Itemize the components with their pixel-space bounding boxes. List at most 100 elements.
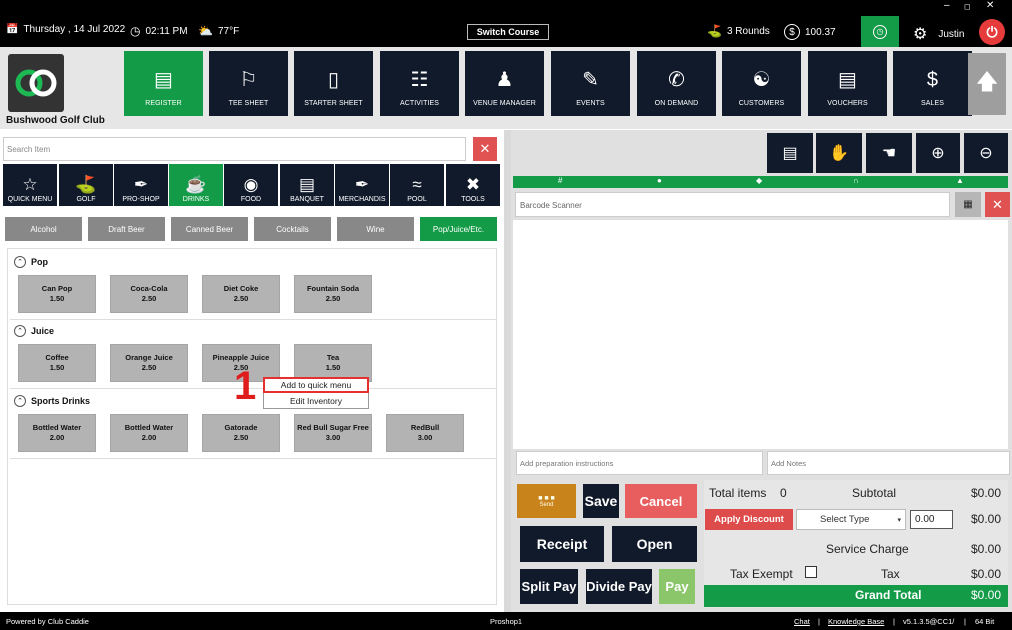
settings-area[interactable]: ⚙ Justin — [913, 24, 964, 44]
search-input[interactable]: Search Item — [3, 137, 466, 161]
collapse-icon[interactable]: ⌃ — [14, 256, 26, 268]
section-header-juice[interactable]: ⌃ Juice — [14, 325, 54, 337]
subcategory-wine[interactable]: Wine — [337, 217, 414, 241]
send-button[interactable]: ■ ■ ■ Send — [517, 484, 576, 518]
chat-link[interactable]: Chat — [794, 617, 810, 626]
subcategory-canned-beer[interactable]: Canned Beer — [171, 217, 248, 241]
category-banquet[interactable]: ▤ BANQUET — [280, 164, 334, 206]
power-icon: ⏻ — [986, 23, 998, 40]
preparation-instructions-input[interactable]: Add preparation instructions — [516, 451, 763, 475]
section-header-sports-drinks[interactable]: ⌃ Sports Drinks — [14, 395, 90, 407]
item-button[interactable]: Red Bull Sugar Free 3.00 — [294, 414, 372, 452]
add-to-quick-menu-item[interactable]: Add to quick menu — [263, 377, 369, 393]
money-icon: $ — [926, 69, 939, 91]
nav-venue-manager[interactable]: ♟ VENUE MANAGER — [465, 51, 544, 116]
power-button[interactable]: ⏻ — [979, 19, 1005, 45]
item-price: 3.00 — [417, 433, 433, 442]
hand-card-button[interactable]: ✋ — [816, 133, 862, 173]
nav-on-demand[interactable]: ✆ ON DEMAND — [637, 51, 716, 116]
remove-quantity-button[interactable]: ⊖ — [964, 133, 1008, 173]
item-button[interactable]: Fountain Soda 2.50 — [294, 275, 372, 313]
split-pay-button[interactable]: Split Pay — [520, 569, 578, 604]
clear-barcode-button[interactable]: ✕ — [985, 192, 1010, 217]
section-divider — [10, 458, 496, 459]
item-button[interactable]: Bottled Water 2.00 — [18, 414, 96, 452]
cancel-button[interactable]: Cancel — [625, 484, 697, 518]
rounds-display[interactable]: ⛳ 3 Rounds — [707, 24, 770, 38]
barcode-input[interactable]: Barcode Scanner — [515, 192, 950, 217]
divide-pay-button[interactable]: Divide Pay — [586, 569, 652, 604]
item-button[interactable]: Can Pop 1.50 — [18, 275, 96, 313]
section-header-pop[interactable]: ⌃ Pop — [14, 256, 48, 268]
burger-icon: ◉ — [243, 175, 259, 194]
category-food[interactable]: ◉ FOOD — [224, 164, 278, 206]
category-pro-shop[interactable]: ✒ PRO-SHOP — [114, 164, 168, 206]
apply-discount-button[interactable]: Apply Discount — [705, 509, 793, 530]
cart-button[interactable]: ▤ — [767, 133, 813, 173]
maximize-icon[interactable]: ◻ — [964, 2, 971, 11]
item-button[interactable]: Coca-Cola 2.50 — [110, 275, 188, 313]
hand-pay-button[interactable]: ☚ — [866, 133, 912, 173]
balance-display[interactable]: $ 100.37 — [784, 24, 836, 40]
nav-starter-sheet[interactable]: ▯ STARTER SHEET — [294, 51, 373, 116]
collapse-icon[interactable]: ⌃ — [14, 395, 26, 407]
collapse-icon[interactable]: ⌃ — [14, 325, 26, 337]
item-button[interactable]: Coffee 1.50 — [18, 344, 96, 382]
time-clock-button[interactable]: ◷ — [861, 16, 899, 47]
item-button[interactable]: Orange Juice 2.50 — [110, 344, 188, 382]
item-name: Coca-Cola — [130, 284, 168, 293]
close-window-icon[interactable]: ✕ — [986, 0, 994, 11]
calendar-icon: 📅 — [6, 24, 19, 35]
subcategory-pop-juice[interactable]: Pop/Juice/Etc. — [420, 217, 497, 241]
discount-value-input[interactable]: 0.00 — [910, 510, 953, 529]
switch-course-button[interactable]: Switch Course — [467, 24, 549, 40]
category-tools[interactable]: ✖ TOOLS — [446, 164, 500, 206]
rounds-text: 3 Rounds — [726, 25, 770, 37]
item-button[interactable]: RedBull 3.00 — [386, 414, 464, 452]
notes-input[interactable]: Add Notes — [767, 451, 1010, 475]
item-button[interactable]: Bottled Water 2.00 — [110, 414, 188, 452]
add-quantity-button[interactable]: ⊕ — [916, 133, 960, 173]
tax-exempt-checkbox[interactable] — [805, 566, 817, 578]
plus-circle-icon: ⊕ — [931, 145, 945, 162]
save-button[interactable]: Save — [583, 484, 619, 518]
open-button[interactable]: Open — [612, 526, 697, 562]
pay-button[interactable]: Pay — [659, 569, 695, 604]
category-golf[interactable]: ⛳ GOLF — [59, 164, 113, 206]
discount-type-select[interactable]: Select Type ▾ — [796, 509, 906, 530]
subcategory-cocktails[interactable]: Cocktails — [254, 217, 331, 241]
category-pool[interactable]: ≈ POOL — [390, 164, 444, 206]
nav-vouchers[interactable]: ▤ VOUCHERS — [808, 51, 887, 116]
footer-separator: | — [893, 617, 895, 626]
nav-sales[interactable]: $ SALES — [893, 51, 972, 116]
category-label: POOL — [407, 196, 427, 203]
barcode-scan-button[interactable]: ▦ — [955, 192, 981, 217]
nav-activities[interactable]: ☷ ACTIVITIES — [380, 51, 459, 116]
clear-search-button[interactable]: ✕ — [473, 137, 497, 161]
item-name: Diet Coke — [223, 284, 259, 293]
user-name[interactable]: Justin — [938, 29, 964, 40]
scroll-up-button[interactable]: 🡅 — [968, 53, 1006, 115]
item-button[interactable]: Gatorade 2.50 — [202, 414, 280, 452]
nav-events[interactable]: ✎ EVENTS — [551, 51, 630, 116]
panel-splitter[interactable] — [504, 130, 511, 612]
item-button[interactable]: Diet Coke 2.50 — [202, 275, 280, 313]
category-quick-menu[interactable]: ☆ QUICK MENU — [3, 164, 57, 206]
subcategory-alcohol[interactable]: Alcohol — [5, 217, 82, 241]
edit-inventory-item[interactable]: Edit Inventory — [265, 394, 367, 408]
nav-tee-sheet[interactable]: ⚐ TEE SHEET — [209, 51, 288, 116]
minimize-icon[interactable]: – — [944, 0, 950, 11]
category-label: QUICK MENU — [7, 196, 53, 203]
knowledge-base-link[interactable]: Knowledge Base — [828, 617, 884, 626]
gear-icon[interactable]: ⚙ — [913, 24, 927, 44]
nav-customers[interactable]: ☯ CUSTOMERS — [722, 51, 801, 116]
send-icon: ■ ■ ■ — [538, 494, 555, 502]
category-label: FOOD — [240, 196, 262, 203]
category-drinks[interactable]: ☕ DRINKS — [169, 164, 223, 206]
ticket-lines-area[interactable] — [513, 220, 1008, 449]
barcode-icon: ▦ — [963, 199, 973, 210]
subcategory-draft-beer[interactable]: Draft Beer — [88, 217, 165, 241]
receipt-button[interactable]: Receipt — [520, 526, 604, 562]
nav-register[interactable]: ▤ REGISTER — [124, 51, 203, 116]
category-merchandise[interactable]: ✒ MERCHANDIS — [335, 164, 389, 206]
